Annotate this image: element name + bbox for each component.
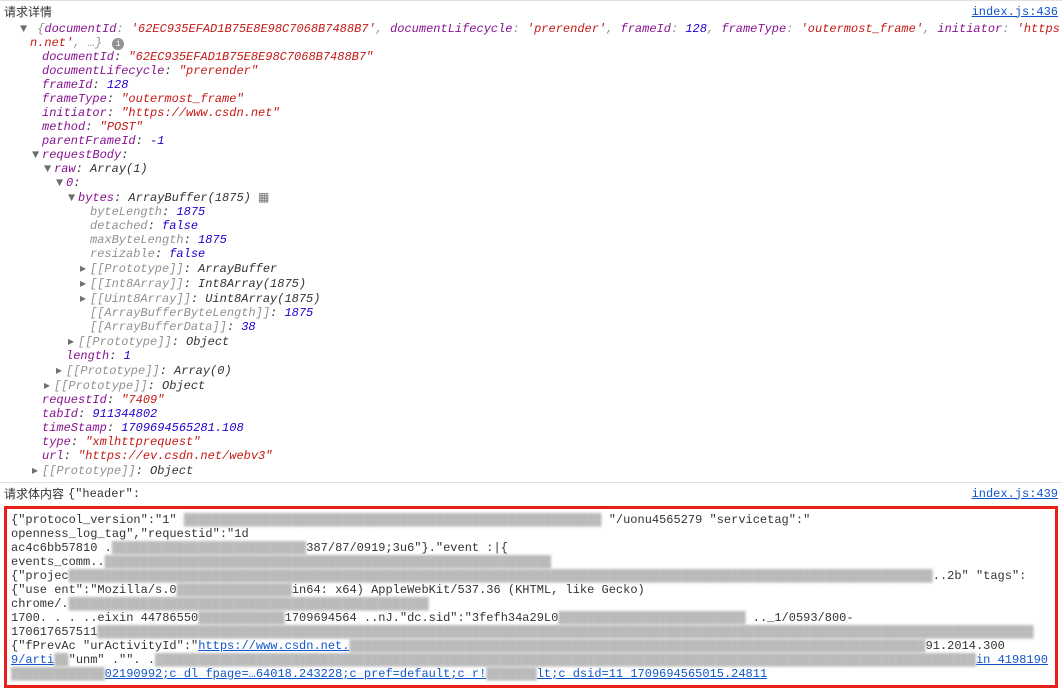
field-documentLifecycle[interactable]: documentLifecycle: "prerender" xyxy=(4,64,1058,78)
collapse-icon[interactable]: ▸ xyxy=(80,291,90,306)
section-title: 请求详情 xyxy=(4,3,52,20)
field-uint8array[interactable]: ▸[[Uint8Array]]: Uint8Array(1875) xyxy=(4,291,1058,306)
expand-icon[interactable]: ▼ xyxy=(32,148,42,162)
object-summary[interactable]: ▼ {documentId: '62EC935EFAD1B75E8E98C706… xyxy=(4,22,1058,36)
body-line: 9/arti██"unm" ."". .████████████████████… xyxy=(11,653,1051,667)
object-tree: ▼ {documentId: '62EC935EFAD1B75E8E98C706… xyxy=(0,22,1062,482)
field-prototype[interactable]: ▸[[Prototype]]: Object xyxy=(4,463,1058,478)
field-int8array[interactable]: ▸[[Int8Array]]: Int8Array(1875) xyxy=(4,276,1058,291)
body-line: 1700. . . ..eixin 44786550████████████17… xyxy=(11,611,1051,625)
field-detached[interactable]: detached: false xyxy=(4,219,1058,233)
field-byteLength[interactable]: byteLength: 1875 xyxy=(4,205,1058,219)
field-abd[interactable]: [[ArrayBufferData]]: 38 xyxy=(4,320,1058,334)
collapse-icon[interactable]: ▸ xyxy=(32,463,42,478)
body-line: {"use ent":"Mozilla/s.0████████████████i… xyxy=(11,583,1051,611)
info-icon[interactable]: i xyxy=(112,38,124,50)
body-link[interactable]: https://www.csdn.net. xyxy=(198,639,349,653)
body-line: {"protocol_version":"1" ████████████████… xyxy=(11,513,1051,541)
body-preview: {"header": xyxy=(68,487,140,501)
field-frameType[interactable]: frameType: "outermost_frame" xyxy=(4,92,1058,106)
collapse-icon[interactable]: ▸ xyxy=(44,378,54,393)
field-prototype[interactable]: ▸[[Prototype]]: Array(0) xyxy=(4,363,1058,378)
collapse-icon[interactable]: ▸ xyxy=(80,261,90,276)
body-line: {"projec████████████████████████████████… xyxy=(11,569,1051,583)
request-body-highlight: {"protocol_version":"1" ████████████████… xyxy=(4,506,1058,688)
field-frameId[interactable]: frameId: 128 xyxy=(4,78,1058,92)
body-line: █████████████02190992;c dl fpage=…64018.… xyxy=(11,667,1051,681)
expand-icon[interactable]: ▼ xyxy=(44,162,54,176)
section-header-request-details: 请求详情 index.js:436 xyxy=(0,0,1062,22)
field-bytes[interactable]: ▼bytes: ArrayBuffer(1875) ▦ xyxy=(4,190,1058,205)
field-abbl[interactable]: [[ArrayBufferByteLength]]: 1875 xyxy=(4,306,1058,320)
body-line: 170617657511████████████████████████████… xyxy=(11,625,1051,639)
field-idx0[interactable]: ▼0: xyxy=(4,176,1058,190)
field-method[interactable]: method: "POST" xyxy=(4,120,1058,134)
field-requestId[interactable]: requestId: "7409" xyxy=(4,393,1058,407)
body-line: {"fPrevAc "urActivityId":"https://www.cs… xyxy=(11,639,1051,653)
expand-icon[interactable]: ▼ xyxy=(56,176,66,190)
memory-icon[interactable]: ▦ xyxy=(258,191,269,205)
collapse-icon[interactable]: ▸ xyxy=(56,363,66,378)
source-link[interactable]: index.js:439 xyxy=(972,487,1058,501)
field-raw[interactable]: ▼raw: Array(1) xyxy=(4,162,1058,176)
field-prototype[interactable]: ▸[[Prototype]]: ArrayBuffer xyxy=(4,261,1058,276)
section-header-request-body: 请求体内容 {"header": index.js:439 xyxy=(0,482,1062,504)
body-link[interactable]: in 4198190 xyxy=(976,653,1048,667)
field-initiator[interactable]: initiator: "https://www.csdn.net" xyxy=(4,106,1058,120)
body-link[interactable]: lt;c dsid=11 1709694565015.24811 xyxy=(537,667,767,681)
section-title: 请求体内容 xyxy=(4,485,64,502)
field-parentFrameId[interactable]: parentFrameId: -1 xyxy=(4,134,1058,148)
field-resizable[interactable]: resizable: false xyxy=(4,247,1058,261)
collapse-icon[interactable]: ▸ xyxy=(80,276,90,291)
collapse-icon[interactable]: ▸ xyxy=(68,334,78,349)
field-maxByteLength[interactable]: maxByteLength: 1875 xyxy=(4,233,1058,247)
body-line: ac4c6bb57810 .██████████████████████████… xyxy=(11,541,1051,569)
body-link[interactable]: 9/arti xyxy=(11,653,54,667)
field-timeStamp[interactable]: timeStamp: 1709694565281.108 xyxy=(4,421,1058,435)
object-summary-cont: n.net', …} i xyxy=(4,36,1058,50)
expand-icon[interactable]: ▼ xyxy=(68,191,78,205)
field-type[interactable]: type: "xmlhttprequest" xyxy=(4,435,1058,449)
field-tabId[interactable]: tabId: 911344802 xyxy=(4,407,1058,421)
field-requestBody[interactable]: ▼requestBody: xyxy=(4,148,1058,162)
field-length[interactable]: length: 1 xyxy=(4,349,1058,363)
body-link[interactable]: 02190992;c dl fpage=…64018.243228;c pref… xyxy=(105,667,487,681)
field-url[interactable]: url: "https://ev.csdn.net/webv3" xyxy=(4,449,1058,463)
expand-icon[interactable]: ▼ xyxy=(20,22,30,36)
source-link[interactable]: index.js:436 xyxy=(972,5,1058,19)
field-documentId[interactable]: documentId: "62EC935EFAD1B75E8E98C7068B7… xyxy=(4,50,1058,64)
field-prototype[interactable]: ▸[[Prototype]]: Object xyxy=(4,334,1058,349)
field-prototype[interactable]: ▸[[Prototype]]: Object xyxy=(4,378,1058,393)
